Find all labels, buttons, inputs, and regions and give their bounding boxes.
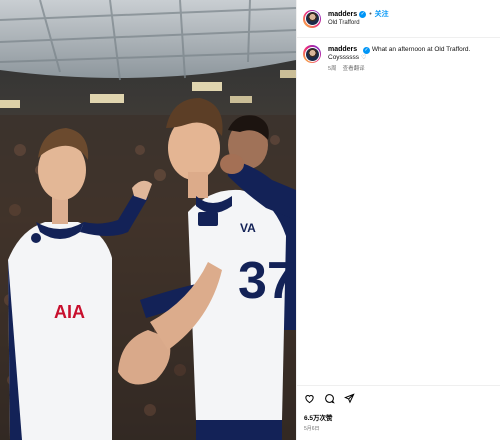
post-header: madders ✓ • 关注 Old Trafford [297,0,500,38]
comment-icon[interactable] [324,393,335,404]
follow-button[interactable]: 关注 [375,11,389,19]
avatar[interactable] [303,9,321,28]
heart-icon[interactable] [304,393,315,404]
caption-like-icon[interactable]: ♡ [361,55,366,63]
share-icon[interactable] [344,393,355,404]
verified-icon: ✓ [359,10,367,19]
avatar-image [305,12,319,25]
actions-bar: 6.5万次赞 5月6日 [297,385,500,432]
post-panel: madders ✓ • 关注 Old Trafford madders ✓ Wh… [296,0,500,440]
caption-avatar[interactable] [303,45,321,63]
username-link[interactable]: madders [328,11,357,19]
sponsor-text: AIA [54,302,85,322]
caption-username[interactable]: madders [328,46,357,53]
post-timestamp: 5月6日 [304,426,320,432]
translate-link[interactable]: 查看翻译 [343,66,365,73]
shirt-name: VA [240,221,256,235]
caption-age: 5周 [328,66,337,73]
caption: madders ✓ What an afternoon at Old Traff… [297,38,500,80]
likes-count[interactable]: 6.5万次赞 [304,412,493,422]
separator-dot: • [369,10,372,18]
celebration-photo: AIA 37 VA [0,0,296,440]
shirt-number: 37 [238,252,296,310]
post-photo[interactable]: AIA 37 VA [0,0,296,440]
location-link[interactable]: Old Trafford [328,20,389,27]
verified-icon: ✓ [363,46,370,54]
